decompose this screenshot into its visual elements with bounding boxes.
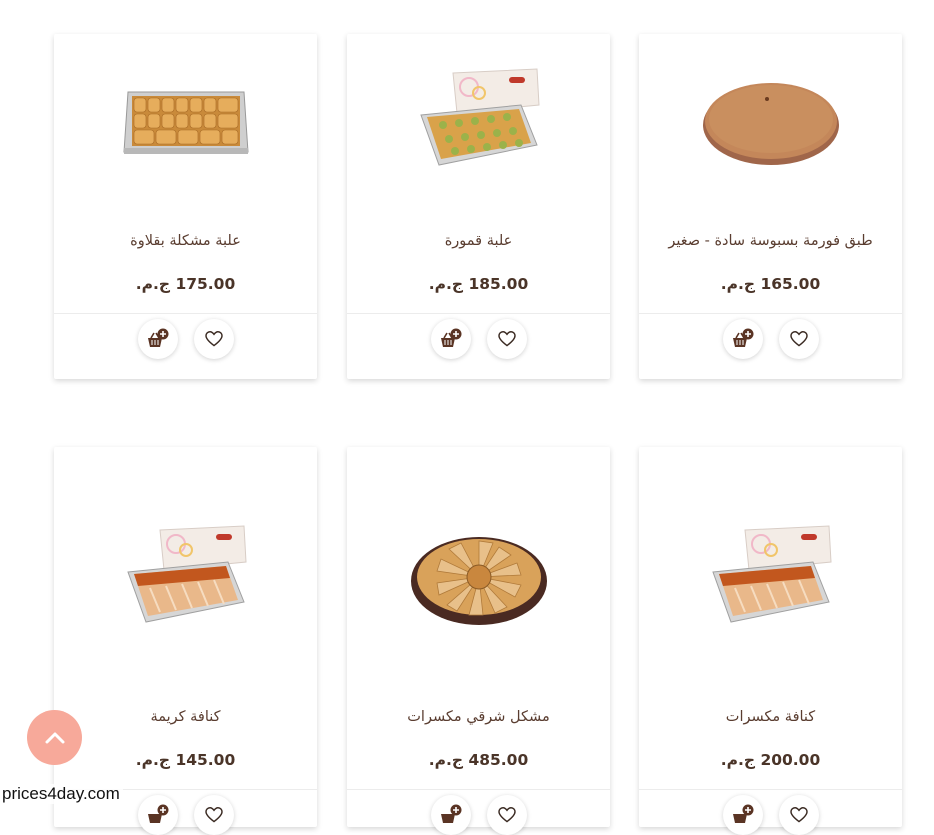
product-card[interactable]: كنافة مكسرات 200.00 ج.م. [639, 447, 902, 835]
watermark: prices4day.com [2, 784, 123, 804]
add-to-cart-button[interactable] [722, 319, 763, 359]
basket-plus-icon [440, 804, 461, 823]
product-price: 175.00 ج.م. [135, 275, 236, 293]
basket-plus-icon [147, 804, 168, 823]
divider [347, 789, 610, 790]
product-name[interactable]: مشكل شرقي مكسرات [347, 709, 610, 725]
kunafa-box-image [711, 525, 832, 623]
basbousa-tray-image [702, 83, 839, 165]
product-actions [347, 795, 610, 835]
divider [54, 313, 317, 314]
heart-icon [204, 807, 223, 823]
add-to-cart-button[interactable] [430, 319, 471, 359]
product-price: 165.00 ج.م. [720, 275, 821, 293]
product-image[interactable] [347, 509, 610, 649]
divider [639, 313, 902, 314]
wishlist-button[interactable] [193, 319, 234, 359]
add-to-cart-button[interactable] [137, 795, 178, 835]
scroll-to-top-button[interactable] [27, 710, 82, 765]
product-image[interactable] [54, 509, 317, 649]
product-price: 485.00 ج.م. [428, 751, 529, 769]
product-actions [54, 319, 317, 359]
wishlist-button[interactable] [778, 319, 819, 359]
kunafa-box-image [126, 525, 247, 623]
wishlist-button[interactable] [486, 319, 527, 359]
product-name[interactable]: كنافة مكسرات [639, 709, 902, 725]
add-to-cart-button[interactable] [430, 795, 471, 835]
wishlist-button[interactable] [193, 795, 234, 835]
wishlist-button[interactable] [486, 795, 527, 835]
product-card[interactable]: طبق فورمة بسبوسة سادة - صغير 165.00 ج.م. [639, 34, 902, 379]
product-name[interactable]: علبة قمورة [347, 233, 610, 249]
product-actions [639, 795, 902, 835]
product-card[interactable]: علبة قمورة 185.00 ج.م. [347, 34, 610, 379]
heart-icon [789, 807, 808, 823]
chevron-up-icon [45, 732, 64, 743]
basket-plus-icon [732, 328, 753, 347]
product-price: 145.00 ج.م. [135, 751, 236, 769]
product-price: 185.00 ج.م. [428, 275, 529, 293]
wishlist-button[interactable] [778, 795, 819, 835]
divider [347, 313, 610, 314]
product-card[interactable]: كنافة كريمة 145.00 ج.م. [54, 447, 317, 835]
product-actions [347, 319, 610, 359]
pistachio-box-image [419, 68, 540, 166]
product-image[interactable] [54, 52, 317, 192]
product-name[interactable]: علبة مشكلة بقلاوة [54, 233, 317, 249]
divider [639, 789, 902, 790]
basket-plus-icon [147, 328, 168, 347]
heart-icon [497, 807, 516, 823]
basket-plus-icon [440, 328, 461, 347]
heart-icon [204, 331, 223, 347]
product-name[interactable]: طبق فورمة بسبوسة سادة - صغير [639, 233, 902, 249]
product-card[interactable]: علبة مشكلة بقلاوة 175.00 ج.م. [54, 34, 317, 379]
product-actions [639, 319, 902, 359]
add-to-cart-button[interactable] [137, 319, 178, 359]
heart-icon [497, 331, 516, 347]
heart-icon [789, 331, 808, 347]
product-name[interactable]: كنافة كريمة [54, 709, 317, 725]
product-image[interactable] [639, 509, 902, 649]
product-image[interactable] [639, 52, 902, 192]
product-image[interactable] [347, 52, 610, 192]
product-card[interactable]: مشكل شرقي مكسرات 485.00 ج.م. [347, 447, 610, 835]
basket-plus-icon [732, 804, 753, 823]
add-to-cart-button[interactable] [722, 795, 763, 835]
product-price: 200.00 ج.م. [720, 751, 821, 769]
mixed-tray-image [410, 537, 547, 625]
baklava-box-image [122, 91, 249, 154]
